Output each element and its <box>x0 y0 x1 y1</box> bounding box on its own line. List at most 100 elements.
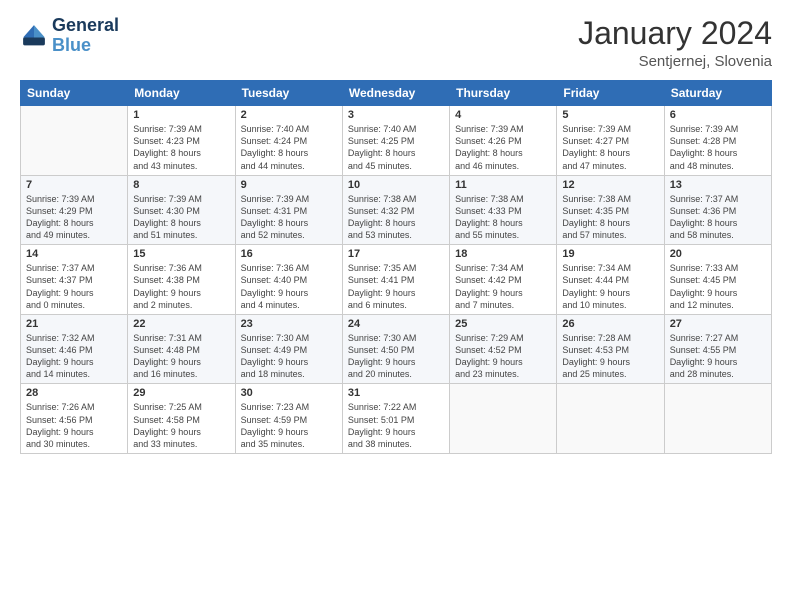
day-number: 20 <box>670 248 766 260</box>
title-section: January 2024 Sentjernej, Slovenia <box>578 16 772 70</box>
day-number: 31 <box>348 387 444 399</box>
calendar-cell: 6 Sunrise: 7:39 AM Sunset: 4:28 PM Daylig… <box>664 106 771 176</box>
calendar-cell: 8 Sunrise: 7:39 AM Sunset: 4:30 PM Daylig… <box>128 175 235 245</box>
day-number: 3 <box>348 109 444 121</box>
calendar-week-row: 14 Sunrise: 7:37 AM Sunset: 4:37 PM Dayli… <box>21 245 772 315</box>
calendar-day-header: Saturday <box>664 81 771 106</box>
calendar-week-row: 1 Sunrise: 7:39 AM Sunset: 4:23 PM Daylig… <box>21 106 772 176</box>
day-number: 1 <box>133 109 229 121</box>
cell-info: Sunrise: 7:38 AM Sunset: 4:35 PM Dayligh… <box>562 193 658 242</box>
calendar-day-header: Monday <box>128 81 235 106</box>
day-number: 5 <box>562 109 658 121</box>
calendar-cell: 9Sunrise: 7:39 AM Sunset: 4:31 PM Daylig… <box>235 175 342 245</box>
calendar-cell: 22Sunrise: 7:31 AM Sunset: 4:48 PM Dayli… <box>128 314 235 384</box>
calendar-cell: 30 Sunrise: 7:23 AM Sunset: 4:59 PM Dayli… <box>235 384 342 454</box>
cell-info: Sunrise: 7:31 AM Sunset: 4:48 PM Dayligh… <box>133 332 229 381</box>
cell-info: Sunrise: 7:28 AM Sunset: 4:53 PM Dayligh… <box>562 332 658 381</box>
calendar-cell: 2Sunrise: 7:40 AM Sunset: 4:24 PM Daylig… <box>235 106 342 176</box>
calendar-header-row: SundayMondayTuesdayWednesdayThursdayFrid… <box>21 81 772 106</box>
calendar-cell <box>21 106 128 176</box>
cell-info: Sunrise: 7:22 AM Sunset: 5:01 PM Dayligh… <box>348 401 444 450</box>
calendar-cell: 4Sunrise: 7:39 AM Sunset: 4:26 PM Daylig… <box>450 106 557 176</box>
cell-info: Sunrise: 7:39 AM Sunset: 4:23 PM Dayligh… <box>133 123 229 172</box>
calendar-cell: 1 Sunrise: 7:39 AM Sunset: 4:23 PM Daylig… <box>128 106 235 176</box>
calendar-cell: 7Sunrise: 7:39 AM Sunset: 4:29 PM Daylig… <box>21 175 128 245</box>
calendar-week-row: 7Sunrise: 7:39 AM Sunset: 4:29 PM Daylig… <box>21 175 772 245</box>
cell-info: Sunrise: 7:33 AM Sunset: 4:45 PM Dayligh… <box>670 262 766 311</box>
cell-info: Sunrise: 7:27 AM Sunset: 4:55 PM Dayligh… <box>670 332 766 381</box>
cell-info: Sunrise: 7:32 AM Sunset: 4:46 PM Dayligh… <box>26 332 122 381</box>
cell-info: Sunrise: 7:35 AM Sunset: 4:41 PM Dayligh… <box>348 262 444 311</box>
cell-info: Sunrise: 7:36 AM Sunset: 4:40 PM Dayligh… <box>241 262 337 311</box>
calendar-cell: 23Sunrise: 7:30 AM Sunset: 4:49 PM Dayli… <box>235 314 342 384</box>
calendar-cell: 10 Sunrise: 7:38 AM Sunset: 4:32 PM Dayli… <box>342 175 449 245</box>
day-number: 17 <box>348 248 444 260</box>
calendar-week-row: 21 Sunrise: 7:32 AM Sunset: 4:46 PM Dayli… <box>21 314 772 384</box>
location: Sentjernej, Slovenia <box>578 53 772 70</box>
calendar-day-header: Wednesday <box>342 81 449 106</box>
logo-icon <box>20 22 48 50</box>
logo-text: General Blue <box>52 16 119 56</box>
day-number: 25 <box>455 318 551 330</box>
cell-info: Sunrise: 7:37 AM Sunset: 4:36 PM Dayligh… <box>670 193 766 242</box>
cell-info: Sunrise: 7:38 AM Sunset: 4:33 PM Dayligh… <box>455 193 551 242</box>
calendar-cell: 28Sunrise: 7:26 AM Sunset: 4:56 PM Dayli… <box>21 384 128 454</box>
cell-info: Sunrise: 7:23 AM Sunset: 4:59 PM Dayligh… <box>241 401 337 450</box>
day-number: 13 <box>670 179 766 191</box>
cell-info: Sunrise: 7:40 AM Sunset: 4:24 PM Dayligh… <box>241 123 337 172</box>
cell-info: Sunrise: 7:34 AM Sunset: 4:42 PM Dayligh… <box>455 262 551 311</box>
cell-info: Sunrise: 7:37 AM Sunset: 4:37 PM Dayligh… <box>26 262 122 311</box>
calendar-cell: 31 Sunrise: 7:22 AM Sunset: 5:01 PM Dayli… <box>342 384 449 454</box>
cell-info: Sunrise: 7:25 AM Sunset: 4:58 PM Dayligh… <box>133 401 229 450</box>
calendar-day-header: Tuesday <box>235 81 342 106</box>
calendar-cell: 29 Sunrise: 7:25 AM Sunset: 4:58 PM Dayli… <box>128 384 235 454</box>
cell-info: Sunrise: 7:40 AM Sunset: 4:25 PM Dayligh… <box>348 123 444 172</box>
cell-info: Sunrise: 7:39 AM Sunset: 4:27 PM Dayligh… <box>562 123 658 172</box>
day-number: 14 <box>26 248 122 260</box>
day-number: 21 <box>26 318 122 330</box>
day-number: 12 <box>562 179 658 191</box>
cell-info: Sunrise: 7:39 AM Sunset: 4:29 PM Dayligh… <box>26 193 122 242</box>
calendar-cell: 26 Sunrise: 7:28 AM Sunset: 4:53 PM Dayli… <box>557 314 664 384</box>
day-number: 27 <box>670 318 766 330</box>
day-number: 29 <box>133 387 229 399</box>
cell-info: Sunrise: 7:38 AM Sunset: 4:32 PM Dayligh… <box>348 193 444 242</box>
day-number: 24 <box>348 318 444 330</box>
calendar-cell: 5 Sunrise: 7:39 AM Sunset: 4:27 PM Daylig… <box>557 106 664 176</box>
calendar-cell: 15Sunrise: 7:36 AM Sunset: 4:38 PM Dayli… <box>128 245 235 315</box>
day-number: 18 <box>455 248 551 260</box>
calendar-cell: 21 Sunrise: 7:32 AM Sunset: 4:46 PM Dayli… <box>21 314 128 384</box>
cell-info: Sunrise: 7:30 AM Sunset: 4:50 PM Dayligh… <box>348 332 444 381</box>
day-number: 6 <box>670 109 766 121</box>
day-number: 11 <box>455 179 551 191</box>
month-title: January 2024 <box>578 16 772 51</box>
calendar-cell: 13 Sunrise: 7:37 AM Sunset: 4:36 PM Dayli… <box>664 175 771 245</box>
day-number: 8 <box>133 179 229 191</box>
day-number: 30 <box>241 387 337 399</box>
cell-info: Sunrise: 7:39 AM Sunset: 4:30 PM Dayligh… <box>133 193 229 242</box>
calendar-cell: 16 Sunrise: 7:36 AM Sunset: 4:40 PM Dayli… <box>235 245 342 315</box>
cell-info: Sunrise: 7:36 AM Sunset: 4:38 PM Dayligh… <box>133 262 229 311</box>
day-number: 16 <box>241 248 337 260</box>
cell-info: Sunrise: 7:39 AM Sunset: 4:31 PM Dayligh… <box>241 193 337 242</box>
calendar-cell: 18 Sunrise: 7:34 AM Sunset: 4:42 PM Dayli… <box>450 245 557 315</box>
calendar: SundayMondayTuesdayWednesdayThursdayFrid… <box>20 80 772 454</box>
calendar-cell: 27 Sunrise: 7:27 AM Sunset: 4:55 PM Dayli… <box>664 314 771 384</box>
day-number: 10 <box>348 179 444 191</box>
calendar-cell: 24 Sunrise: 7:30 AM Sunset: 4:50 PM Dayli… <box>342 314 449 384</box>
logo: General Blue <box>20 16 119 56</box>
calendar-cell: 11 Sunrise: 7:38 AM Sunset: 4:33 PM Dayli… <box>450 175 557 245</box>
day-number: 26 <box>562 318 658 330</box>
calendar-cell <box>450 384 557 454</box>
calendar-week-row: 28Sunrise: 7:26 AM Sunset: 4:56 PM Dayli… <box>21 384 772 454</box>
calendar-cell: 19Sunrise: 7:34 AM Sunset: 4:44 PM Dayli… <box>557 245 664 315</box>
calendar-cell: 25Sunrise: 7:29 AM Sunset: 4:52 PM Dayli… <box>450 314 557 384</box>
calendar-day-header: Sunday <box>21 81 128 106</box>
day-number: 28 <box>26 387 122 399</box>
calendar-cell <box>664 384 771 454</box>
calendar-cell <box>557 384 664 454</box>
cell-info: Sunrise: 7:39 AM Sunset: 4:28 PM Dayligh… <box>670 123 766 172</box>
header: General Blue January 2024 Sentjernej, Sl… <box>20 16 772 70</box>
day-number: 23 <box>241 318 337 330</box>
calendar-cell: 3 Sunrise: 7:40 AM Sunset: 4:25 PM Daylig… <box>342 106 449 176</box>
